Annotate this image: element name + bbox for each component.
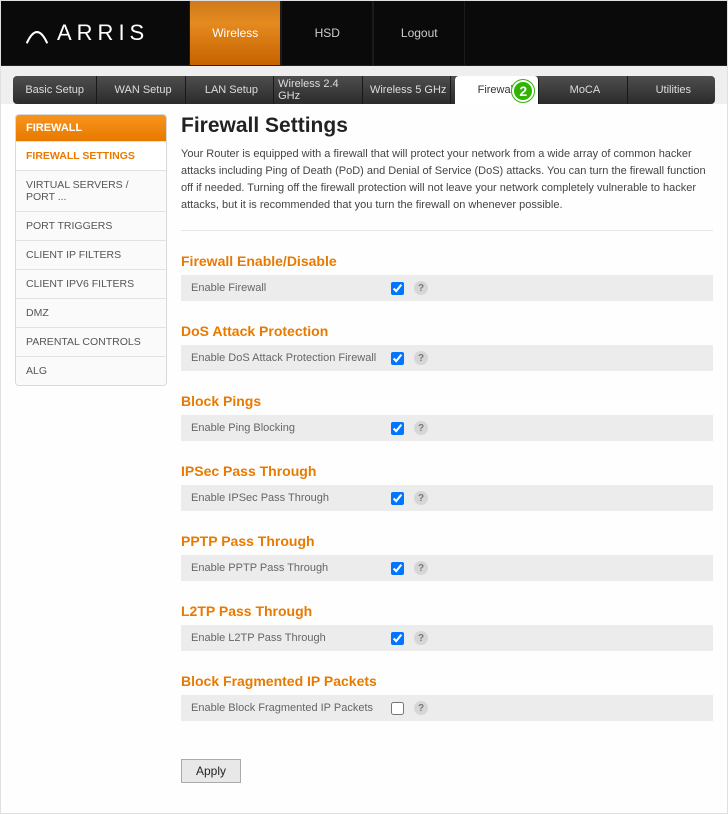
enable-checkbox[interactable] [391,632,404,645]
field-label: Enable IPSec Pass Through [191,492,391,504]
subtab-label: Utilities [656,84,691,96]
top-nav-items: WirelessHSDLogout [189,1,465,65]
subtab-label: WAN Setup [115,84,172,96]
sections-container: Firewall Enable/DisableEnable Firewall?D… [181,253,713,721]
section-heading: IPSec Pass Through [181,463,713,479]
subtab-lan-setup[interactable]: LAN Setup [190,76,274,104]
brand-arc-icon [23,19,51,47]
form-row: Enable DoS Attack Protection Firewall? [181,345,713,371]
subtab-wan-setup[interactable]: WAN Setup [101,76,185,104]
apply-button[interactable]: Apply [181,759,241,783]
subtab-wireless-5-ghz[interactable]: Wireless 5 GHz [367,76,451,104]
field-label: Enable Ping Blocking [191,422,391,434]
help-icon[interactable]: ? [414,561,428,575]
section-heading: Firewall Enable/Disable [181,253,713,269]
enable-checkbox[interactable] [391,702,404,715]
body-row: FIREWALL FIREWALL SETTINGSVIRTUAL SERVER… [1,104,727,813]
subtab-label: Firewall [478,84,516,96]
sidebar-item-dmz[interactable]: DMZ [16,298,166,327]
field-label: Enable L2TP Pass Through [191,632,391,644]
section-heading: DoS Attack Protection [181,323,713,339]
subtab-basic-setup[interactable]: Basic Setup [13,76,97,104]
section-heading: Block Pings [181,393,713,409]
section-heading: Block Fragmented IP Packets [181,673,713,689]
section-heading: PPTP Pass Through [181,533,713,549]
enable-checkbox[interactable] [391,352,404,365]
help-icon[interactable]: ? [414,631,428,645]
subtab-label: Wireless 2.4 GHz [278,78,361,102]
top-nav: ARRIS WirelessHSDLogout [1,1,727,66]
page-title: Firewall Settings [181,114,713,138]
form-row: Enable Block Fragmented IP Packets? [181,695,713,721]
subtab-utilities[interactable]: Utilities [632,76,715,104]
section-firewall-enable-disable: Firewall Enable/Disable Enable Firewall? [181,253,713,301]
brand-text: ARRIS [57,20,149,46]
sidebar-item-client-ip-filters[interactable]: CLIENT IP FILTERS [16,240,166,269]
help-icon[interactable]: ? [414,421,428,435]
field-label: Enable Block Fragmented IP Packets [191,702,391,714]
sidebar: FIREWALL FIREWALL SETTINGSVIRTUAL SERVER… [15,114,167,386]
field-label: Enable DoS Attack Protection Firewall [191,352,391,364]
subtab-label: LAN Setup [205,84,258,96]
step-badge-icon: 2 [512,80,534,102]
brand-logo: ARRIS [23,19,149,47]
field-label: Enable PPTP Pass Through [191,562,391,574]
sidebar-item-virtual-servers-port[interactable]: VIRTUAL SERVERS / PORT ... [16,170,166,211]
subtab-label: Basic Setup [25,84,84,96]
subtab-label: MoCA [570,84,601,96]
enable-checkbox[interactable] [391,492,404,505]
sidebar-item-port-triggers[interactable]: PORT TRIGGERS [16,211,166,240]
sidebar-header: FIREWALL [16,115,166,141]
sidebar-items: FIREWALL SETTINGSVIRTUAL SERVERS / PORT … [16,141,166,385]
form-row: Enable IPSec Pass Through? [181,485,713,511]
section-pptp-pass-through: PPTP Pass Through Enable PPTP Pass Throug… [181,533,713,581]
subtab-firewall[interactable]: Firewall2 [455,76,539,104]
form-row: Enable Firewall? [181,275,713,301]
page-intro: Your Router is equipped with a firewall … [181,146,713,231]
subtabs: Basic Setup WAN Setup LAN Setup Wireless 2.… [13,76,715,104]
enable-checkbox[interactable] [391,562,404,575]
enable-checkbox[interactable] [391,282,404,295]
section-ipsec-pass-through: IPSec Pass Through Enable IPSec Pass Thro… [181,463,713,511]
topnav-item-hsd[interactable]: HSD [281,1,373,65]
sidebar-item-firewall-settings[interactable]: FIREWALL SETTINGS [16,141,166,170]
section-block-fragmented-ip-packets: Block Fragmented IP Packets Enable Block … [181,673,713,721]
section-l2tp-pass-through: L2TP Pass Through Enable L2TP Pass Throug… [181,603,713,651]
help-icon[interactable]: ? [414,351,428,365]
field-label: Enable Firewall [191,282,391,294]
section-block-pings: Block Pings Enable Ping Blocking? [181,393,713,441]
subtab-label: Wireless 5 GHz [370,84,446,96]
main-pane: Firewall Settings Your Router is equippe… [181,114,713,783]
subtab-moca[interactable]: MoCA [543,76,627,104]
section-heading: L2TP Pass Through [181,603,713,619]
form-row: Enable L2TP Pass Through? [181,625,713,651]
section-dos-attack-protection: DoS Attack Protection Enable DoS Attack P… [181,323,713,371]
subtab-container: Basic Setup WAN Setup LAN Setup Wireless 2.… [1,66,727,104]
enable-checkbox[interactable] [391,422,404,435]
sidebar-item-parental-controls[interactable]: PARENTAL CONTROLS [16,327,166,356]
topnav-item-wireless[interactable]: Wireless [189,1,281,65]
sidebar-item-client-ipv6-filters[interactable]: CLIENT IPV6 FILTERS [16,269,166,298]
help-icon[interactable]: ? [414,281,428,295]
form-row: Enable PPTP Pass Through? [181,555,713,581]
subtab-wireless-2-4-ghz[interactable]: Wireless 2.4 GHz [278,76,362,104]
help-icon[interactable]: ? [414,491,428,505]
sidebar-item-alg[interactable]: ALG [16,356,166,385]
help-icon[interactable]: ? [414,701,428,715]
router-admin-page: ARRIS WirelessHSDLogout Basic Setup WAN S… [0,0,728,814]
topnav-item-logout[interactable]: Logout [373,1,465,65]
form-row: Enable Ping Blocking? [181,415,713,441]
